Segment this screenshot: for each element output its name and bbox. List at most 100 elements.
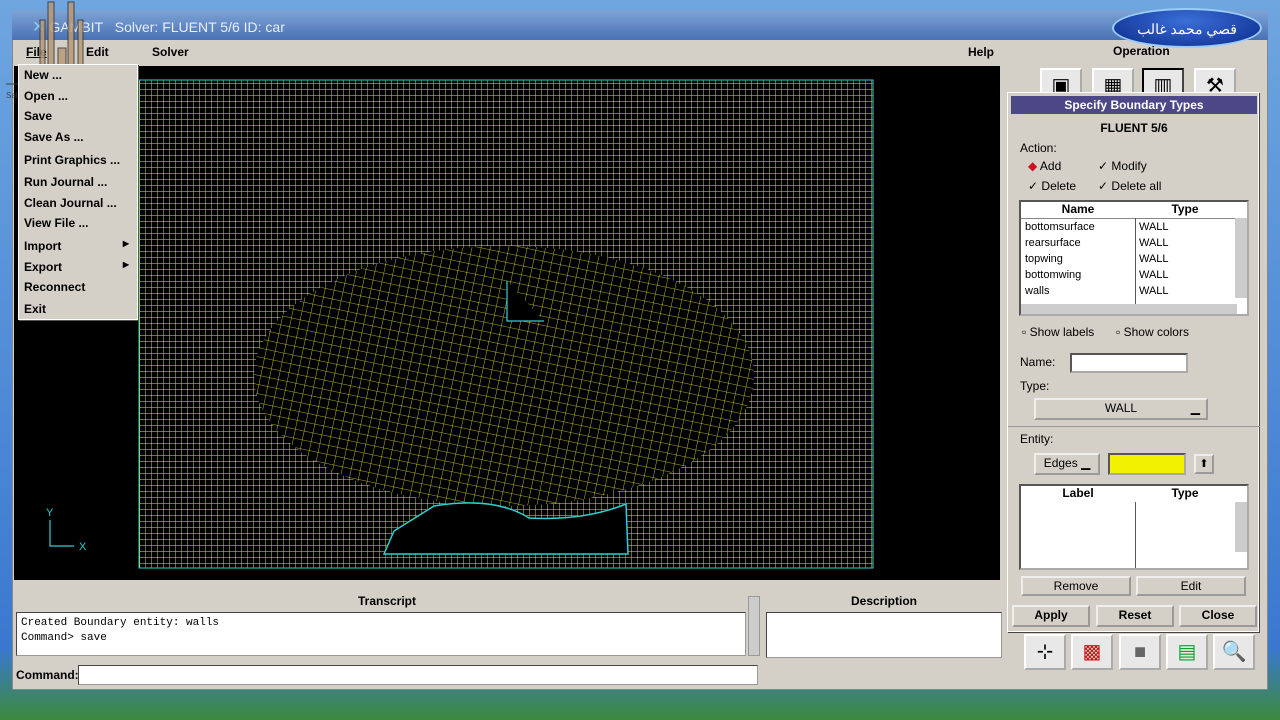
specify-boundary-types-dialog: Specify Boundary Types FLUENT 5/6 Action…: [1007, 92, 1260, 632]
type-dropdown[interactable]: WALL ▁: [1034, 398, 1208, 420]
radio-unselected-icon: ✓: [1098, 179, 1109, 193]
menu-item-save[interactable]: Save: [24, 109, 52, 127]
radio-unselected-icon: ✓: [1028, 179, 1039, 193]
menu-item-view-file[interactable]: View File ...: [24, 216, 88, 234]
description-text: [766, 612, 1002, 658]
table-row[interactable]: bottomwing WALL: [1021, 269, 1237, 285]
submenu-arrow-icon: ▶: [122, 260, 129, 269]
column-header-label: Label: [1062, 486, 1094, 500]
description-panel: Description: [764, 594, 1004, 662]
reset-button[interactable]: Reset: [1096, 605, 1174, 627]
column-header-name: Name: [1061, 202, 1095, 216]
row-name: walls: [1025, 285, 1050, 297]
menu-item-export[interactable]: Export ▶: [24, 260, 134, 278]
mesh-view: Y X: [46, 79, 874, 569]
axis-x-label: X: [79, 541, 87, 553]
table-row[interactable]: bottomsurface WALL: [1021, 221, 1237, 237]
axis-y-label: Y: [46, 507, 54, 519]
radio-add[interactable]: ◆ Add: [1028, 159, 1061, 173]
window-title: Solver: FLUENT 5/6 ID: car: [114, 19, 285, 35]
menu-solver[interactable]: Solver: [152, 45, 189, 59]
table-row[interactable]: topwing WALL: [1021, 253, 1237, 269]
show-labels-checkbox[interactable]: ▫ Show labels: [1022, 325, 1094, 339]
row-type: WALL: [1139, 237, 1169, 249]
entity-dropdown[interactable]: Edges ▁: [1034, 453, 1100, 475]
remove-button[interactable]: Remove: [1021, 576, 1131, 596]
menu-item-import[interactable]: Import ▶: [24, 239, 134, 257]
title-bar: ✕ GAMBIT Solver: FLUENT 5/6 ID: car: [12, 10, 1268, 40]
close-button[interactable]: Close: [1179, 605, 1257, 627]
column-header-type: Type: [1171, 486, 1199, 500]
row-name: bottomwing: [1025, 269, 1082, 281]
edit-button[interactable]: Edit: [1136, 576, 1246, 596]
boundary-rows: bottomsurface WALL rearsurface WALL topwing W…: [1021, 218, 1237, 302]
transcript-text: Created Boundary entity: walls Command> s…: [16, 612, 746, 656]
row-type: WALL: [1139, 253, 1169, 265]
menu-item-run-journal[interactable]: Run Journal ...: [24, 175, 107, 193]
command-input[interactable]: [78, 665, 758, 685]
mesh-fine-region: [254, 246, 754, 506]
menu-help[interactable]: Help: [968, 45, 994, 59]
radio-modify[interactable]: ✓ Modify: [1098, 159, 1147, 173]
apply-button[interactable]: Apply: [1012, 605, 1090, 627]
name-badge-watermark: قصي محمد غالب: [1112, 8, 1262, 48]
menu-item-reconnect[interactable]: Reconnect: [24, 280, 85, 298]
global-axes-icon: [49, 520, 74, 547]
submenu-arrow-icon: ▶: [122, 239, 129, 248]
column-divider: [1135, 502, 1136, 568]
row-type: WALL: [1139, 221, 1169, 233]
show-colors-checkbox[interactable]: ▫ Show colors: [1116, 325, 1189, 339]
menu-item-clean-journal[interactable]: Clean Journal ...: [24, 196, 117, 214]
zoom-mesh-icon[interactable]: 🔍: [1213, 634, 1255, 670]
divider: [1008, 426, 1260, 427]
description-header: Description: [850, 594, 917, 608]
entity-table: Label Type: [1019, 484, 1249, 570]
entity-input[interactable]: [1108, 453, 1186, 475]
transcript-scrollbar[interactable]: [748, 596, 760, 656]
dropdown-icon: ▁: [1190, 401, 1200, 415]
menu-item-print-graphics[interactable]: Print Graphics ...: [24, 153, 120, 171]
name-label: Name:: [1020, 355, 1056, 369]
render-color-icon[interactable]: ▩: [1071, 634, 1113, 670]
geometry-icon[interactable]: ▣: [1040, 68, 1082, 97]
menu-item-exit[interactable]: Exit: [24, 302, 46, 320]
radio-delete[interactable]: ✓ Delete: [1028, 179, 1076, 193]
column-header-type: Type: [1171, 202, 1199, 216]
menu-item-save-as[interactable]: Save As ...: [24, 130, 84, 148]
column-divider: [1135, 218, 1136, 314]
command-label: Command:: [16, 668, 79, 682]
shade-icon[interactable]: ■: [1119, 634, 1161, 670]
menu-bar: File Edit Solver Help: [14, 42, 1010, 64]
type-label: Type:: [1020, 379, 1050, 393]
mesh-icon[interactable]: ▦: [1092, 68, 1134, 97]
file-menu: New ... Open ... Save Save As ... Print …: [18, 64, 138, 320]
name-input[interactable]: [1070, 353, 1188, 373]
transcript-header: Transcript: [357, 594, 417, 608]
menu-item-open[interactable]: Open ...: [24, 89, 68, 107]
zones-icon[interactable]: ▥: [1142, 68, 1184, 97]
radio-selected-icon: ◆: [1028, 159, 1038, 173]
radio-delete-all[interactable]: ✓ Delete all: [1098, 179, 1161, 193]
pick-up-arrow-icon[interactable]: ⬆: [1194, 454, 1214, 474]
graphics-window[interactable]: Y X: [14, 66, 1000, 580]
table-vscrollbar[interactable]: [1235, 218, 1247, 298]
radio-unselected-icon: ✓: [1098, 159, 1109, 173]
table-hscrollbar[interactable]: [1021, 304, 1237, 314]
action-label: Action:: [1020, 141, 1057, 155]
table-row[interactable]: rearsurface WALL: [1021, 237, 1237, 253]
orient-axes-icon[interactable]: ⊹: [1024, 634, 1066, 670]
specify-color-icon[interactable]: ▤: [1166, 634, 1208, 670]
entity-label: Entity:: [1020, 432, 1054, 446]
operation-label: Operation: [1113, 44, 1170, 58]
row-type: WALL: [1139, 269, 1169, 281]
boundary-table: Name Type bottomsurface WALL rearsurface WA…: [1019, 200, 1249, 316]
dialog-subtitle: FLUENT 5/6: [1100, 121, 1168, 135]
menu-item-new[interactable]: New ...: [24, 68, 62, 86]
table-row[interactable]: walls WALL: [1021, 285, 1237, 301]
row-name: rearsurface: [1025, 237, 1081, 249]
entity-vscrollbar[interactable]: [1235, 502, 1247, 552]
row-name: bottomsurface: [1025, 221, 1095, 233]
tools-icon[interactable]: ⚒: [1194, 68, 1236, 97]
row-type: WALL: [1139, 285, 1169, 297]
dropdown-icon: ▁: [1081, 456, 1091, 470]
